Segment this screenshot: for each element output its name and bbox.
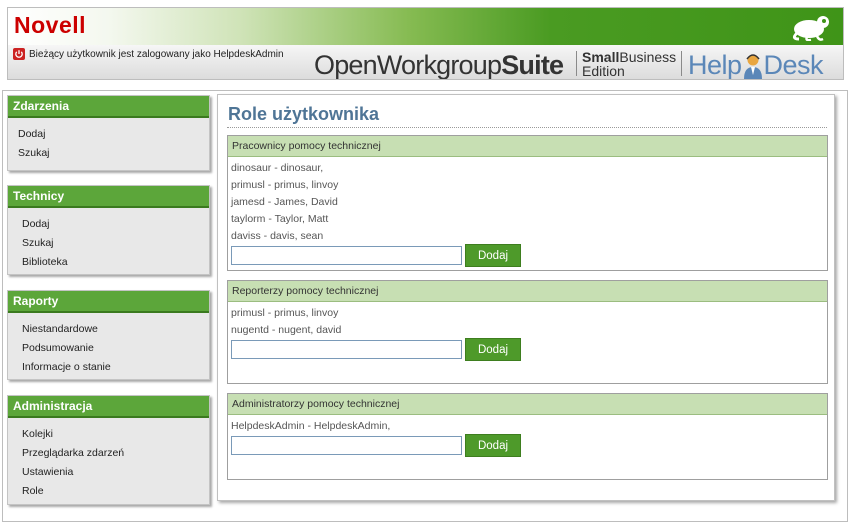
header-product-bar: Bieżący użytkownik jest zalogowany jako … (8, 45, 843, 79)
sidebar-section-title: Raporty (8, 291, 209, 313)
sidebar-item-szukaj-technika[interactable]: Szukaj (22, 234, 209, 253)
role-member: HelpdeskAdmin - HelpdeskAdmin, (231, 420, 391, 432)
sidebar-section-title: Zdarzenia (8, 96, 209, 118)
sidebar-item-ustawienia[interactable]: Ustawienia (22, 463, 209, 482)
role-group-reporterzy: Reporterzy pomocy technicznej primusl - … (227, 280, 828, 384)
sidebar-item-szukaj-zdarzenia[interactable]: Szukaj (18, 144, 209, 163)
role-member: primusl - primus, linvoy (231, 307, 339, 319)
role-group-title: Pracownicy pomocy technicznej (228, 136, 827, 157)
sidebar-section-title: Administracja (8, 396, 209, 418)
app-header: Novell Bieżący użytkownik jest zalogowan… (7, 7, 844, 80)
sidebar-items: Niestandardowe Podsumowanie Informacje o… (8, 313, 209, 377)
helpdesk-logo-part1: Help (688, 50, 742, 80)
helpdesk-agent-icon (743, 53, 762, 79)
role-group-title: Administratorzy pomocy technicznej (228, 394, 827, 415)
suite-name-bold: Suite (501, 50, 564, 80)
sidebar-items: Dodaj Szukaj Biblioteka (8, 208, 209, 272)
add-member-row: Dodaj (231, 244, 521, 267)
role-member: dinosaur - dinosaur, (231, 162, 324, 174)
sidebar-item-biblioteka[interactable]: Biblioteka (22, 253, 209, 272)
helpdesk-logo-part2: Desk (763, 50, 824, 80)
helpdesk-logo: Help Desk (688, 50, 824, 80)
role-group-administratorzy: Administratorzy pomocy technicznej Helpd… (227, 393, 828, 480)
sidebar-items: Dodaj Szukaj (8, 118, 209, 163)
user-status: Bieżący użytkownik jest zalogowany jako … (13, 48, 284, 60)
role-group-title: Reporterzy pomocy technicznej (228, 281, 827, 302)
sidebar-item-role[interactable]: Role (22, 482, 209, 501)
add-member-button[interactable]: Dodaj (465, 338, 521, 361)
role-member-list: primusl - primus, linvoy nugentd - nugen… (228, 302, 827, 339)
sidebar-item-dodaj-technika[interactable]: Dodaj (22, 215, 209, 234)
header-banner: Novell (8, 8, 843, 45)
header-divider (576, 51, 577, 76)
edition-regular: Business (619, 49, 677, 65)
suite-name-regular: OpenWorkgroup (314, 50, 502, 80)
add-member-row: Dodaj (231, 338, 521, 361)
role-member-list: dinosaur - dinosaur, primusl - primus, l… (228, 157, 827, 245)
add-member-button[interactable]: Dodaj (465, 434, 521, 457)
power-icon[interactable] (13, 48, 25, 60)
add-member-input[interactable] (231, 436, 462, 455)
add-member-button[interactable]: Dodaj (465, 244, 521, 267)
role-member: taylorm - Taylor, Matt (231, 213, 329, 225)
suite-name: OpenWorkgroupSuite (314, 50, 564, 80)
novell-logo: Novell (14, 12, 87, 38)
sidebar-items: Kolejki Przeglądarka zdarzeń Ustawienia … (8, 418, 209, 501)
edition-label: SmallBusiness Edition (582, 50, 676, 78)
sidebar-section-raporty: Raporty Niestandardowe Podsumowanie Info… (7, 290, 210, 380)
sidebar-item-przegladarka-zdarzen[interactable]: Przeglądarka zdarzeń (22, 444, 209, 463)
title-divider (227, 127, 827, 128)
role-member: daviss - davis, sean (231, 230, 324, 242)
role-member: nugentd - nugent, david (231, 324, 342, 336)
sidebar-item-dodaj-zdarzenie[interactable]: Dodaj (18, 125, 209, 144)
sidebar-section-technicy: Technicy Dodaj Szukaj Biblioteka (7, 185, 210, 275)
add-member-row: Dodaj (231, 434, 521, 457)
sidebar-item-podsumowanie[interactable]: Podsumowanie (22, 339, 209, 358)
add-member-input[interactable] (231, 340, 462, 359)
add-member-input[interactable] (231, 246, 462, 265)
page-title: Role użytkownika (228, 104, 380, 124)
sidebar-section-administracja: Administracja Kolejki Przeglądarka zdarz… (7, 395, 210, 505)
role-member-list: HelpdeskAdmin - HelpdeskAdmin, (228, 415, 827, 435)
edition-line2: Edition (582, 63, 625, 79)
sidebar-item-informacje-o-stanie[interactable]: Informacje o stanie (22, 358, 209, 377)
user-status-text: Bieżący użytkownik jest zalogowany jako … (29, 48, 284, 60)
sidebar-item-niestandardowe[interactable]: Niestandardowe (22, 320, 209, 339)
role-group-pracownicy: Pracownicy pomocy technicznej dinosaur -… (227, 135, 828, 271)
gecko-logo-icon (792, 16, 829, 41)
main-panel: Role użytkownika Pracownicy pomocy techn… (217, 94, 835, 501)
sidebar-item-kolejki[interactable]: Kolejki (22, 425, 209, 444)
sidebar-section-zdarzenia: Zdarzenia Dodaj Szukaj (7, 95, 210, 171)
role-member: jamesd - James, David (231, 196, 338, 208)
sidebar-section-title: Technicy (8, 186, 209, 208)
role-member: primusl - primus, linvoy (231, 179, 339, 191)
header-divider (681, 51, 682, 76)
